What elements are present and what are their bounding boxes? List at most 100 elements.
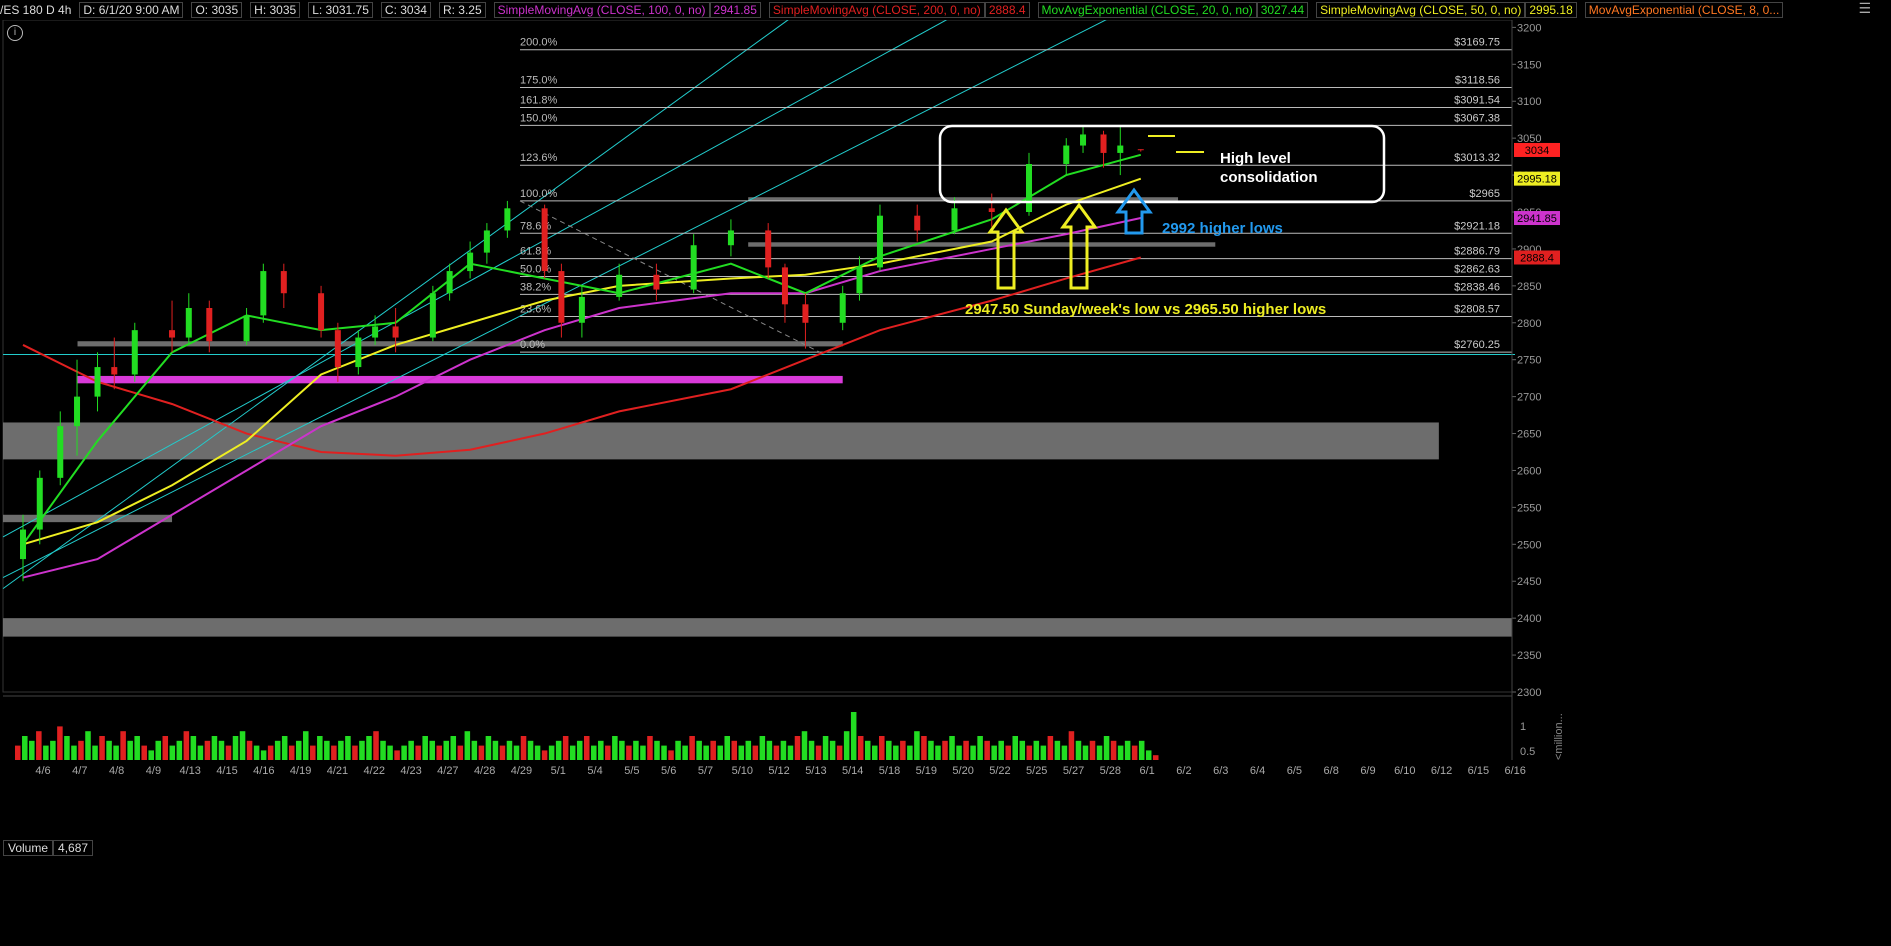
volume-bar bbox=[387, 745, 393, 760]
volume-title: Volume bbox=[3, 840, 54, 856]
x-tick-label: 4/7 bbox=[72, 765, 87, 777]
volume-bar bbox=[485, 736, 492, 760]
trend-channel-line bbox=[2, 15, 1114, 578]
candle-body bbox=[280, 271, 287, 294]
volume-bar bbox=[29, 740, 35, 760]
volume-bar bbox=[591, 745, 597, 760]
volume-bar bbox=[1089, 740, 1096, 760]
x-tick-label: 5/27 bbox=[1063, 765, 1084, 777]
volume-bar bbox=[506, 740, 513, 760]
volume-bar bbox=[1096, 745, 1103, 760]
x-tick-label: 5/14 bbox=[842, 765, 863, 777]
candle-body bbox=[74, 396, 81, 427]
volume-bar bbox=[345, 736, 351, 760]
volume-bar bbox=[745, 740, 752, 760]
plot-frame bbox=[2, 19, 1513, 693]
candle-body bbox=[839, 293, 846, 323]
volume-bar bbox=[1131, 745, 1138, 760]
volume-bar bbox=[612, 736, 618, 760]
volume-bar bbox=[338, 740, 344, 760]
study-label[interactable]: SimpleMovingAvg (CLOSE, 200, 0, no) bbox=[768, 2, 985, 18]
volume-bar bbox=[1117, 745, 1124, 760]
fib-price-label: $3067.38 bbox=[1454, 112, 1500, 124]
high-label: H: 3035 bbox=[250, 2, 301, 18]
volume-bar bbox=[759, 736, 766, 760]
x-tick-label: 5/7 bbox=[698, 765, 713, 777]
candle-body bbox=[578, 296, 585, 323]
fib-price-label: $3013.32 bbox=[1454, 152, 1500, 164]
volume-bar bbox=[576, 740, 583, 760]
volume-bar bbox=[970, 745, 976, 760]
candle-body bbox=[765, 230, 772, 268]
volume-bar bbox=[492, 740, 499, 760]
volume-bar bbox=[317, 736, 323, 760]
volume-bar bbox=[457, 745, 464, 760]
volume-bar bbox=[527, 740, 534, 760]
volume-bar bbox=[513, 745, 520, 760]
volume-bar bbox=[401, 745, 407, 760]
trend-channel-line bbox=[2, 15, 794, 590]
menu-icon[interactable]: ☰ bbox=[1858, 0, 1871, 17]
symbol-label[interactable]: /ES 180 D 4h bbox=[0, 3, 71, 17]
candle-body bbox=[260, 271, 267, 316]
volume-bar bbox=[92, 745, 98, 760]
moving-average-line bbox=[22, 153, 1142, 545]
study-label[interactable]: MovAvgExponential (CLOSE, 8, 0... bbox=[1584, 2, 1784, 18]
volume-bar bbox=[1047, 736, 1054, 760]
low-label: L: 3031.75 bbox=[308, 2, 373, 18]
consolidation-label: High level bbox=[1220, 150, 1291, 167]
volume-bar bbox=[871, 745, 878, 760]
volume-bar bbox=[808, 740, 815, 760]
fib-price-label: $2838.46 bbox=[1454, 281, 1500, 293]
study-label[interactable]: SimpleMovingAvg (CLOSE, 50, 0, no) bbox=[1316, 2, 1526, 18]
volume-bar bbox=[113, 745, 119, 760]
volume-bar bbox=[436, 745, 442, 760]
candle-body bbox=[876, 215, 883, 268]
volume-bar bbox=[773, 745, 780, 760]
candle-body bbox=[355, 337, 362, 368]
x-tick-label: 5/13 bbox=[805, 765, 826, 777]
y-tick-label: 2350 bbox=[1517, 650, 1541, 662]
volume-bar bbox=[569, 745, 576, 760]
price-chart[interactable]: 200.0% $3169.75 175.0% $3118.56 161.8% $3091.… bbox=[0, 0, 1891, 946]
volume-bar bbox=[1054, 740, 1061, 760]
x-tick-label: 6/10 bbox=[1394, 765, 1415, 777]
volume-bar bbox=[682, 745, 688, 760]
info-icon[interactable]: i bbox=[7, 25, 23, 41]
volume-bar bbox=[886, 740, 892, 760]
volume-bar bbox=[1110, 740, 1117, 760]
volume-bar bbox=[64, 736, 70, 760]
y-tick-label: 2750 bbox=[1517, 355, 1541, 367]
study-label[interactable]: SimpleMovingAvg (CLOSE, 100, 0, no) bbox=[493, 2, 710, 18]
volume-bar bbox=[324, 740, 330, 760]
volume-bar bbox=[310, 745, 316, 760]
volume-bar bbox=[22, 736, 28, 760]
y-tick-label: 2700 bbox=[1517, 392, 1541, 404]
volume-bar bbox=[598, 740, 604, 760]
fib-percent-label: 200.0% bbox=[520, 37, 558, 49]
y-tick-label: 2550 bbox=[1517, 502, 1541, 514]
volume-bar bbox=[422, 736, 428, 760]
study-label[interactable]: MovAvgExponential (CLOSE, 20, 0, no) bbox=[1037, 2, 1257, 18]
volume-bar bbox=[260, 750, 267, 760]
volume-bar bbox=[394, 750, 400, 760]
zone-band bbox=[3, 618, 1512, 637]
x-tick-label: 5/4 bbox=[587, 765, 602, 777]
candle-body bbox=[541, 208, 548, 272]
fib-percent-label: 100.0% bbox=[520, 188, 558, 200]
range-label: R: 3.25 bbox=[438, 2, 486, 18]
x-tick-label: 5/6 bbox=[661, 765, 676, 777]
volume-bar bbox=[1082, 745, 1089, 760]
study-value: 2888.4 bbox=[984, 2, 1030, 18]
y-tick-label: 3100 bbox=[1517, 96, 1541, 108]
candle-body bbox=[504, 208, 511, 231]
volume-bar bbox=[864, 740, 871, 760]
volume-tick-label: 0.5 bbox=[1520, 746, 1535, 758]
volume-tick-label: 1 bbox=[1520, 721, 1526, 733]
volume-bar bbox=[450, 736, 457, 760]
volume-bar bbox=[232, 736, 239, 760]
candle-body bbox=[988, 208, 995, 212]
open-label: O: 3035 bbox=[191, 2, 243, 18]
candle-body bbox=[914, 215, 921, 231]
volume-bar bbox=[780, 740, 787, 760]
